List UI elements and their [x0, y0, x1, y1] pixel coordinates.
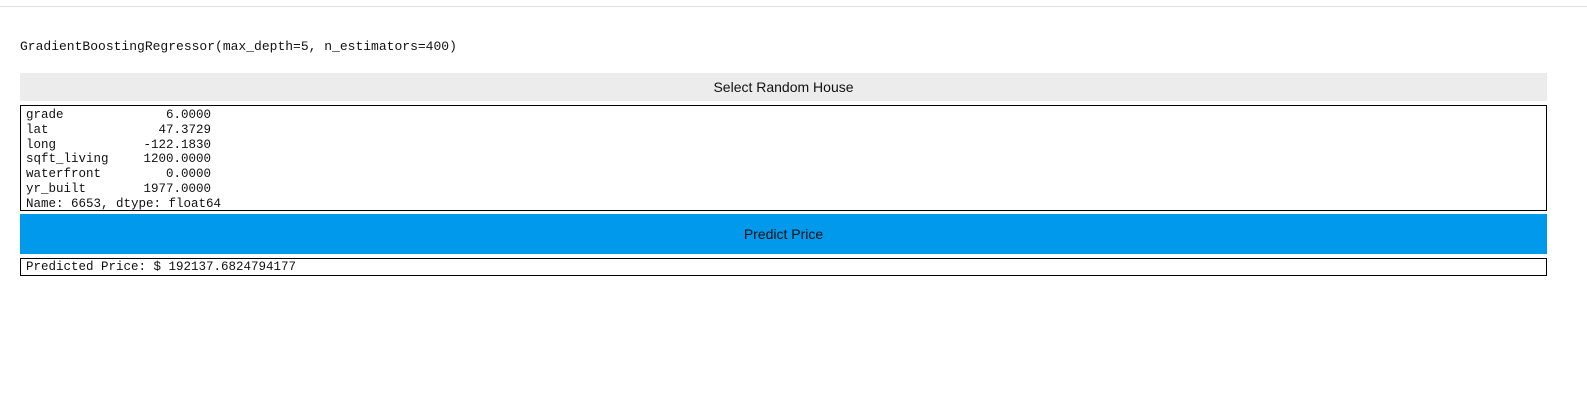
series-footer: Name: 6653, dtype: float64 — [26, 196, 222, 211]
feature-value: 1977.0000 — [143, 181, 211, 196]
top-divider — [0, 6, 1587, 7]
house-features-output: grade 6.0000 lat 47.3729 long -122.1830 sqf… — [20, 105, 1547, 211]
predict-price-button[interactable]: Predict Price — [20, 214, 1547, 254]
feature-row: waterfront 0.0000 — [26, 167, 1546, 182]
feature-row: sqft_living 1200.0000 — [26, 152, 1546, 167]
feature-name: grade — [26, 108, 64, 122]
feature-name: sqft_living — [26, 152, 109, 167]
feature-name: lat — [26, 122, 49, 137]
prediction-output: Predicted Price: $ 192137.6824794177 — [20, 258, 1547, 276]
feature-row: yr_built 1977.0000 — [26, 182, 1546, 197]
feature-value: 6.0000 — [165, 108, 211, 122]
select-random-house-button[interactable]: Select Random House — [20, 73, 1547, 101]
feature-value: 0.0000 — [165, 167, 211, 182]
feature-value: 1200.0000 — [143, 152, 211, 167]
feature-row: grade 6.0000 — [26, 108, 1546, 123]
model-description: GradientBoostingRegressor(max_depth=5, n… — [20, 39, 457, 54]
feature-name: waterfront — [26, 167, 102, 182]
feature-name: long — [26, 137, 57, 152]
feature-row: long -122.1830 — [26, 138, 1546, 153]
feature-value: 47.3729 — [158, 122, 211, 137]
feature-value: -122.1830 — [143, 137, 211, 152]
house-features-list: grade 6.0000 lat 47.3729 long -122.1830 sqf… — [21, 106, 1546, 212]
feature-row: lat 47.3729 — [26, 123, 1546, 138]
predicted-price-text: Predicted Price: $ 192137.6824794177 — [26, 260, 297, 274]
feature-name: yr_built — [26, 181, 87, 196]
